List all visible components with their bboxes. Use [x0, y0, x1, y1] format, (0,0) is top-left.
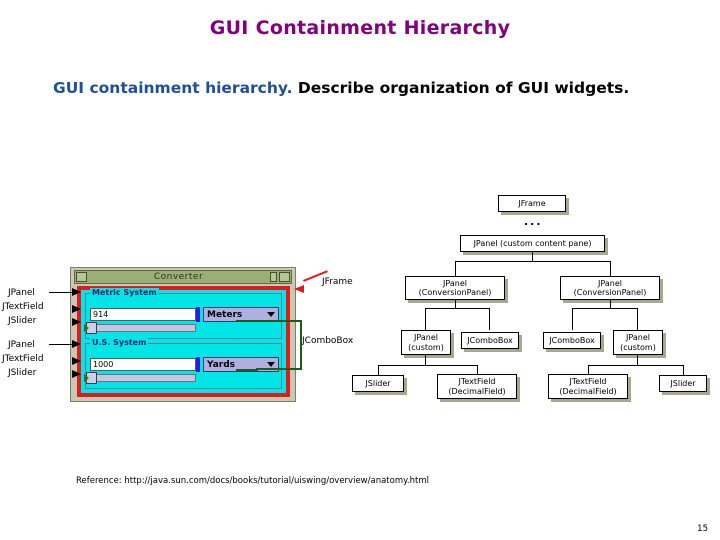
tree-node-jslider-left: JSlider	[352, 375, 404, 392]
tree-node-jframe-label: JFrame	[518, 198, 546, 208]
tree-node-custom-panel-left: JPanel (custom)	[401, 330, 451, 355]
tree-node-conversionpanel-right-line2: (ConversionPanel)	[573, 288, 647, 297]
tree-node-combobox-left: JComboBox	[461, 332, 519, 349]
reference-text: Reference: http://java.sun.com/docs/book…	[76, 476, 429, 486]
tree-edge-convleft-down	[455, 300, 456, 308]
tree-node-content-pane-label: JPanel (custom content pane)	[473, 238, 592, 248]
tree-node-conversionpanel-left-line2: (ConversionPanel)	[418, 288, 492, 297]
tree-node-jframe: JFrame	[498, 195, 566, 212]
slide-canvas: GUI Containment Hierarchy GUI containmen…	[0, 0, 720, 540]
tree-node-conversionpanel-right-line1: JPanel	[598, 278, 622, 288]
tree-node-combobox-right-label: JComboBox	[549, 335, 595, 345]
tree-node-jtextfield-left-line2: (DecimalField)	[448, 386, 506, 396]
tree-edge-contentpane-span	[455, 261, 611, 262]
tree-node-jslider-left-label: JSlider	[365, 378, 391, 388]
tree-edge-to-customleft	[425, 308, 426, 330]
tree-node-jtextfield-right: JTextField (DecimalField)	[548, 374, 628, 399]
tree-node-custom-panel-left-line2: (custom)	[408, 342, 444, 352]
tree-node-content-pane: JPanel (custom content pane)	[460, 235, 605, 252]
tree-edge-to-comboleft	[489, 308, 490, 330]
tree-node-custom-panel-left-line1: JPanel	[414, 333, 438, 342]
tree-node-jtextfield-left-line1: JTextField	[458, 377, 496, 386]
tree-edge-customleft-span	[378, 365, 478, 366]
tree-edge-convright-down	[610, 300, 611, 308]
tree-edge-customright-down	[637, 355, 638, 365]
tree-node-jtextfield-right-line1: JTextField	[569, 377, 607, 386]
tree-node-custom-panel-right-line1: JPanel	[626, 333, 650, 342]
tree-edge-to-comboright	[572, 308, 573, 330]
tree-edge-convright-span	[572, 308, 638, 309]
tree-node-jslider-right: JSlider	[659, 375, 707, 392]
tree-edge-to-customright	[637, 308, 638, 330]
tree-edge-to-sliderright	[683, 365, 684, 375]
tree-node-jtextfield-left: JTextField (DecimalField)	[437, 374, 517, 399]
tree-edge-convleft-span	[425, 308, 490, 309]
tree-edge-to-sliderleft	[378, 365, 379, 375]
tree-edge-customleft-down	[425, 355, 426, 365]
tree-node-conversionpanel-right: JPanel (ConversionPanel)	[560, 276, 660, 300]
tree-edge-to-conv-left	[455, 261, 456, 276]
tree-edge-customright-span	[588, 365, 684, 366]
page-number: 15	[697, 524, 708, 534]
tree-edge-to-conv-right	[610, 261, 611, 276]
tree-node-jtextfield-right-line2: (DecimalField)	[559, 386, 617, 396]
tree-ellipsis: ...	[524, 215, 543, 228]
tree-node-custom-panel-right-line2: (custom)	[620, 342, 656, 352]
tree-edge-contentpane-down	[532, 252, 533, 261]
tree-node-custom-panel-right: JPanel (custom)	[613, 330, 663, 355]
tree-node-combobox-right: JComboBox	[543, 332, 601, 349]
tree-node-combobox-left-label: JComboBox	[467, 335, 513, 345]
tree-node-conversionpanel-left-line1: JPanel	[443, 278, 467, 288]
tree-node-jslider-right-label: JSlider	[670, 378, 696, 388]
tree-node-conversionpanel-left: JPanel (ConversionPanel)	[405, 276, 505, 300]
containment-hierarchy-tree: JFrame ... JPanel (custom content pane) …	[0, 0, 720, 540]
